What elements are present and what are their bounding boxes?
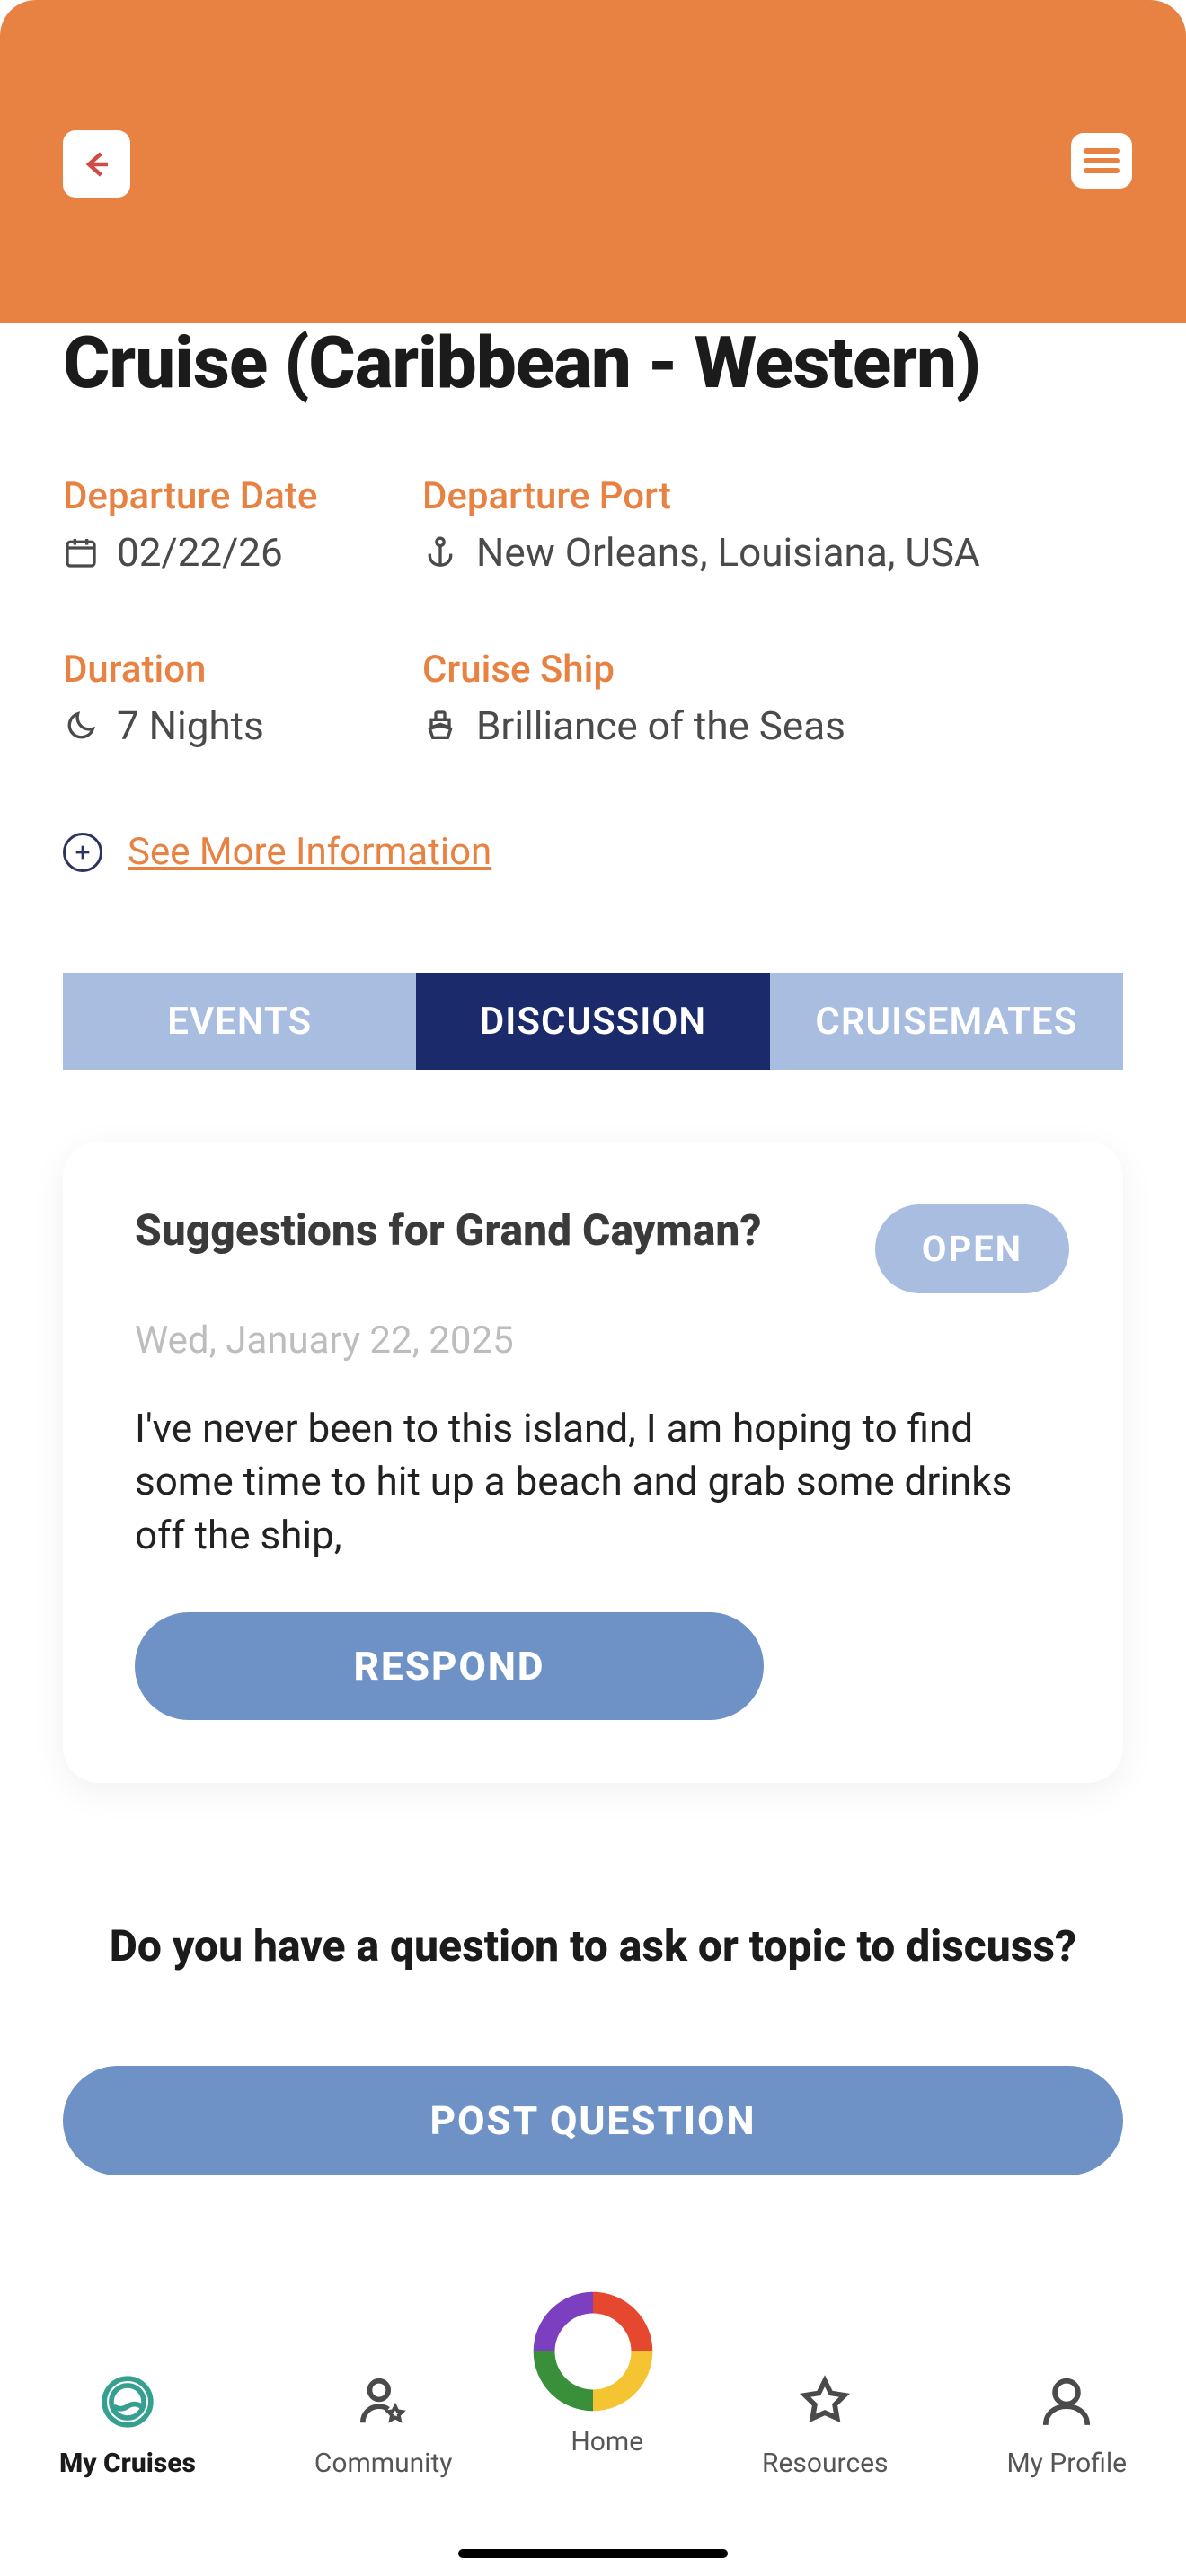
moon-icon [63,708,99,744]
departure-date-value: 02/22/26 [117,529,283,576]
hamburger-icon [1083,146,1120,175]
menu-button[interactable] [1071,133,1132,189]
profile-icon [1035,2370,1098,2433]
tab-cruisemates[interactable]: CRUISEMATES [770,973,1123,1070]
departure-port-block: Departure Port New Orleans, Louisiana, U… [422,474,1123,576]
respond-button[interactable]: RESPOND [135,1612,764,1720]
post-question-button[interactable]: POST QUESTION [63,2066,1123,2175]
nav-home[interactable]: Home [571,2370,643,2457]
discussion-date: Wed, January 22, 2025 [135,1319,1069,1363]
cruise-ship-value: Brilliance of the Seas [476,702,845,749]
person-star-icon [352,2370,415,2433]
nav-label: Resources [762,2448,889,2479]
page-title: Cruise (Caribbean - Western) [63,323,1123,402]
departure-date-block: Departure Date 02/22/26 [63,474,422,576]
discussion-card: Suggestions for Grand Cayman? OPEN Wed, … [63,1142,1123,1783]
arrow-left-icon [81,148,113,181]
back-button[interactable] [63,130,130,198]
anchor-icon [422,534,458,570]
bottom-nav: My Cruises Community Home [0,2316,1186,2576]
nav-resources[interactable]: Resources [762,2370,889,2479]
tab-discussion[interactable]: DISCUSSION [416,973,769,1070]
star-icon [793,2370,856,2433]
nav-label: My Cruises [59,2448,196,2479]
status-badge: OPEN [875,1204,1069,1293]
life-ring-icon [517,2275,669,2428]
nav-my-profile[interactable]: My Profile [1006,2370,1127,2479]
departure-port-label: Departure Port [422,474,1123,518]
duration-block: Duration 7 Nights [63,648,422,749]
see-more-button[interactable]: See More Information [63,830,1123,874]
nav-my-cruises[interactable]: My Cruises [59,2370,196,2479]
post-prompt: Do you have a question to ask or topic t… [63,1918,1123,1976]
cruise-ship-label: Cruise Ship [422,648,1123,692]
see-more-label: See More Information [128,830,491,874]
nav-label: My Profile [1006,2448,1127,2479]
cruise-ring-icon [96,2370,159,2433]
nav-label: Home [571,2426,643,2457]
duration-value: 7 Nights [117,702,264,749]
discussion-body: I've never been to this island, I am hop… [135,1402,1069,1562]
duration-label: Duration [63,648,422,692]
nav-label: Community [314,2448,453,2479]
tab-bar: EVENTS DISCUSSION CRUISEMATES [63,973,1123,1070]
plus-circle-icon [63,833,102,872]
ship-icon [422,708,458,744]
discussion-title: Suggestions for Grand Cayman? [135,1204,848,1256]
departure-date-label: Departure Date [63,474,422,518]
home-indicator [458,2549,728,2558]
nav-community[interactable]: Community [314,2370,453,2479]
cruise-ship-block: Cruise Ship Brilliance of the Seas [422,648,1123,749]
calendar-icon [63,534,99,570]
top-bar [0,0,1186,323]
tab-events[interactable]: EVENTS [63,973,416,1070]
departure-port-value: New Orleans, Louisiana, USA [476,529,980,576]
